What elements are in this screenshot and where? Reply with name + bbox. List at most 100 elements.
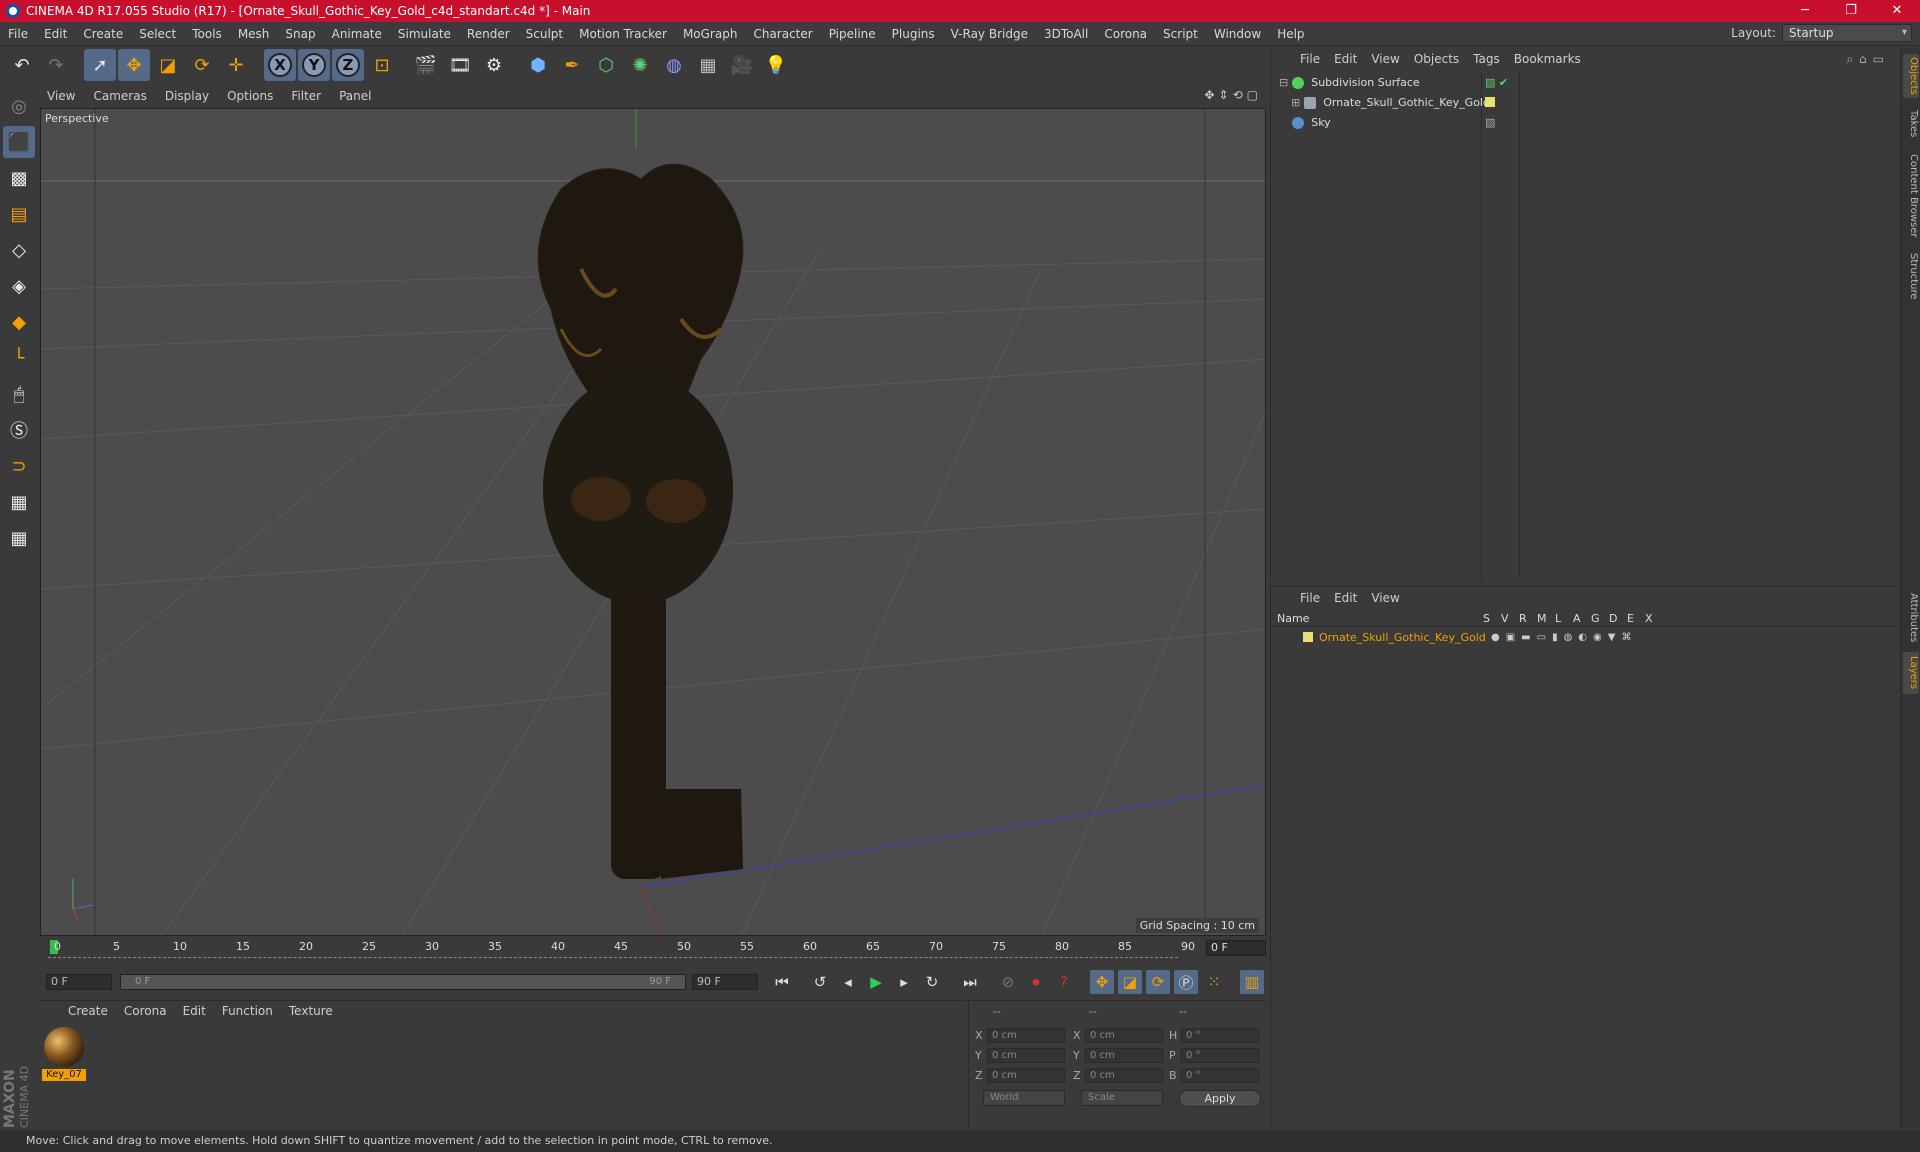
viewport-menu-cameras[interactable]: Cameras [84, 89, 155, 103]
redo-icon[interactable]: ↷ [40, 49, 72, 81]
previous-frame-icon[interactable]: ◂ [836, 970, 860, 994]
material-menu-create[interactable]: Create [60, 1004, 116, 1018]
current-frame-field[interactable]: 0 F [1206, 940, 1266, 956]
coordinate-mode-dropdown[interactable]: World [983, 1090, 1065, 1106]
objects-menu-bookmarks[interactable]: Bookmarks [1507, 52, 1588, 66]
rotation-p-field[interactable]: 0 ° [1181, 1048, 1259, 1063]
polygons-mode-icon[interactable]: ◆ [3, 306, 35, 338]
objects-menu-tags[interactable]: Tags [1466, 52, 1507, 66]
edges-mode-icon[interactable]: ◈ [3, 270, 35, 302]
range-slider[interactable]: 0 F 90 F [120, 974, 686, 990]
menu-help[interactable]: Help [1269, 27, 1312, 41]
planar-workplane-icon[interactable]: ▦ [3, 522, 35, 554]
objects-toolbar-icons[interactable]: ⌕⌂▭ [1846, 52, 1890, 67]
maximize-button[interactable]: ❐ [1828, 0, 1874, 22]
go-to-end-icon[interactable]: ⏭ [958, 970, 982, 994]
play-icon[interactable]: ▶ [864, 970, 888, 994]
coordinate-system-icon[interactable]: ⊡ [366, 49, 398, 81]
next-frame-icon[interactable]: ▸ [892, 970, 916, 994]
autokey-icon[interactable]: ⏺ [1024, 970, 1048, 994]
object-row[interactable]: ⊟ Sky ▨ [1275, 114, 1895, 131]
objects-menu-edit[interactable]: Edit [1327, 52, 1364, 66]
menu-mesh[interactable]: Mesh [230, 27, 278, 41]
object-row[interactable]: ⊞ Ornate_Skull_Gothic_Key_Gold [1275, 94, 1895, 111]
tab-content-browser[interactable]: Content Browser [1903, 148, 1919, 244]
minimize-button[interactable]: ─ [1782, 0, 1828, 22]
menu-snap[interactable]: Snap [277, 27, 323, 41]
menu-edit[interactable]: Edit [36, 27, 75, 41]
mograph-cloner-icon[interactable]: ✺ [624, 49, 656, 81]
tab-attributes[interactable]: Attributes [1903, 588, 1919, 648]
viewport-camera-label[interactable]: Perspective [45, 112, 109, 125]
record-pla-icon[interactable]: ⁙ [1202, 970, 1226, 994]
select-arrow-icon[interactable]: ➚ [84, 49, 116, 81]
size-y-field[interactable]: 0 cm [1085, 1048, 1163, 1063]
material-menu-texture[interactable]: Texture [281, 1004, 341, 1018]
magnet-icon[interactable]: ⊃ [3, 450, 35, 482]
size-z-field[interactable]: 0 cm [1085, 1068, 1163, 1083]
camera-icon[interactable]: 🎥 [726, 49, 758, 81]
lock-workplane-icon[interactable]: ▦ [3, 486, 35, 518]
position-y-field[interactable]: 0 cm [987, 1048, 1065, 1063]
x-axis-lock-icon[interactable]: X [264, 49, 296, 81]
menu-character[interactable]: Character [745, 27, 820, 41]
viewport-menu-display[interactable]: Display [156, 89, 218, 103]
material-swatch[interactable]: Key_07 [42, 1025, 86, 1081]
menu-select[interactable]: Select [131, 27, 184, 41]
z-axis-lock-icon[interactable]: Z [332, 49, 364, 81]
menu-pipeline[interactable]: Pipeline [821, 27, 884, 41]
menu-animate[interactable]: Animate [324, 27, 390, 41]
tab-layers[interactable]: Layers [1903, 652, 1919, 694]
viewport-menu-panel[interactable]: Panel [330, 89, 380, 103]
timeline-window-icon[interactable]: ▥ [1240, 970, 1264, 994]
texture-mode-icon[interactable]: ▩ [3, 162, 35, 194]
viewport-navigation-icons[interactable]: ✥⇕⟲▢ [1204, 88, 1262, 102]
undo-icon[interactable]: ↶ [6, 49, 38, 81]
tab-takes[interactable]: Takes [1903, 104, 1919, 144]
record-parameter-icon[interactable]: Ⓟ [1174, 970, 1198, 994]
skull-key-model[interactable] [537, 163, 744, 879]
layer-row[interactable]: Ornate_Skull_Gothic_Key_Gold ●▣▬▭▮◍◐◉▼⌘ [1275, 629, 1895, 646]
layer-toggle-icons[interactable]: ●▣▬▭▮◍◐◉▼⌘ [1491, 629, 1637, 646]
rotation-h-field[interactable]: 0 ° [1181, 1028, 1259, 1043]
viewport-menu-view[interactable]: View [38, 89, 84, 103]
snap-icon[interactable]: Ⓢ [3, 414, 35, 446]
record-scale-icon[interactable]: ◪ [1118, 970, 1142, 994]
tab-objects[interactable]: Objects [1903, 54, 1919, 98]
live-selection-icon[interactable]: ✛ [220, 49, 252, 81]
position-z-field[interactable]: 0 cm [987, 1068, 1065, 1083]
size-x-field[interactable]: 0 cm [1085, 1028, 1163, 1043]
layout-dropdown[interactable]: Startup [1782, 24, 1912, 42]
menu-3dtoall[interactable]: 3DToAll [1036, 27, 1096, 41]
light-icon[interactable]: 💡 [760, 49, 792, 81]
go-to-start-icon[interactable]: ⏮ [770, 970, 794, 994]
axis-mode-icon[interactable]: └ [3, 342, 35, 374]
rotate-tool-icon[interactable]: ⟳ [186, 49, 218, 81]
viewport-menu-options[interactable]: Options [218, 89, 282, 103]
make-editable-icon[interactable]: ◎ [3, 90, 35, 122]
layer-color-swatch[interactable] [1303, 632, 1313, 642]
menu-mograph[interactable]: MoGraph [675, 27, 746, 41]
menu-create[interactable]: Create [75, 27, 131, 41]
timeline-ruler[interactable]: 0 5 10 15 20 25 30 35 40 45 50 55 60 65 … [40, 938, 1266, 960]
record-position-icon[interactable]: ✥ [1090, 970, 1114, 994]
menu-plugins[interactable]: Plugins [884, 27, 943, 41]
layers-menu-edit[interactable]: Edit [1327, 591, 1364, 605]
object-row[interactable]: ⊟ Subdivision Surface ▨ ✔ [1275, 74, 1895, 91]
pen-spline-icon[interactable]: ✒ [556, 49, 588, 81]
workplane-mode-icon[interactable]: ▤ [3, 198, 35, 230]
render-settings-icon[interactable]: ⚙ [478, 49, 510, 81]
apply-button[interactable]: Apply [1179, 1090, 1261, 1107]
menu-motion-tracker[interactable]: Motion Tracker [571, 27, 675, 41]
objects-menu-objects[interactable]: Objects [1407, 52, 1466, 66]
render-picture-viewer-icon[interactable]: 🎞 [444, 49, 476, 81]
menu-sculpt[interactable]: Sculpt [518, 27, 571, 41]
layers-menu-view[interactable]: View [1364, 591, 1406, 605]
coordinate-type-dropdown[interactable]: Scale [1081, 1090, 1163, 1106]
next-key-icon[interactable]: ↻ [920, 970, 944, 994]
objects-menu-file[interactable]: File [1293, 52, 1327, 66]
menu-tools[interactable]: Tools [184, 27, 230, 41]
keyframe-selection-icon[interactable]: ? [1052, 970, 1076, 994]
menu-render[interactable]: Render [459, 27, 518, 41]
close-button[interactable]: ✕ [1874, 0, 1920, 22]
